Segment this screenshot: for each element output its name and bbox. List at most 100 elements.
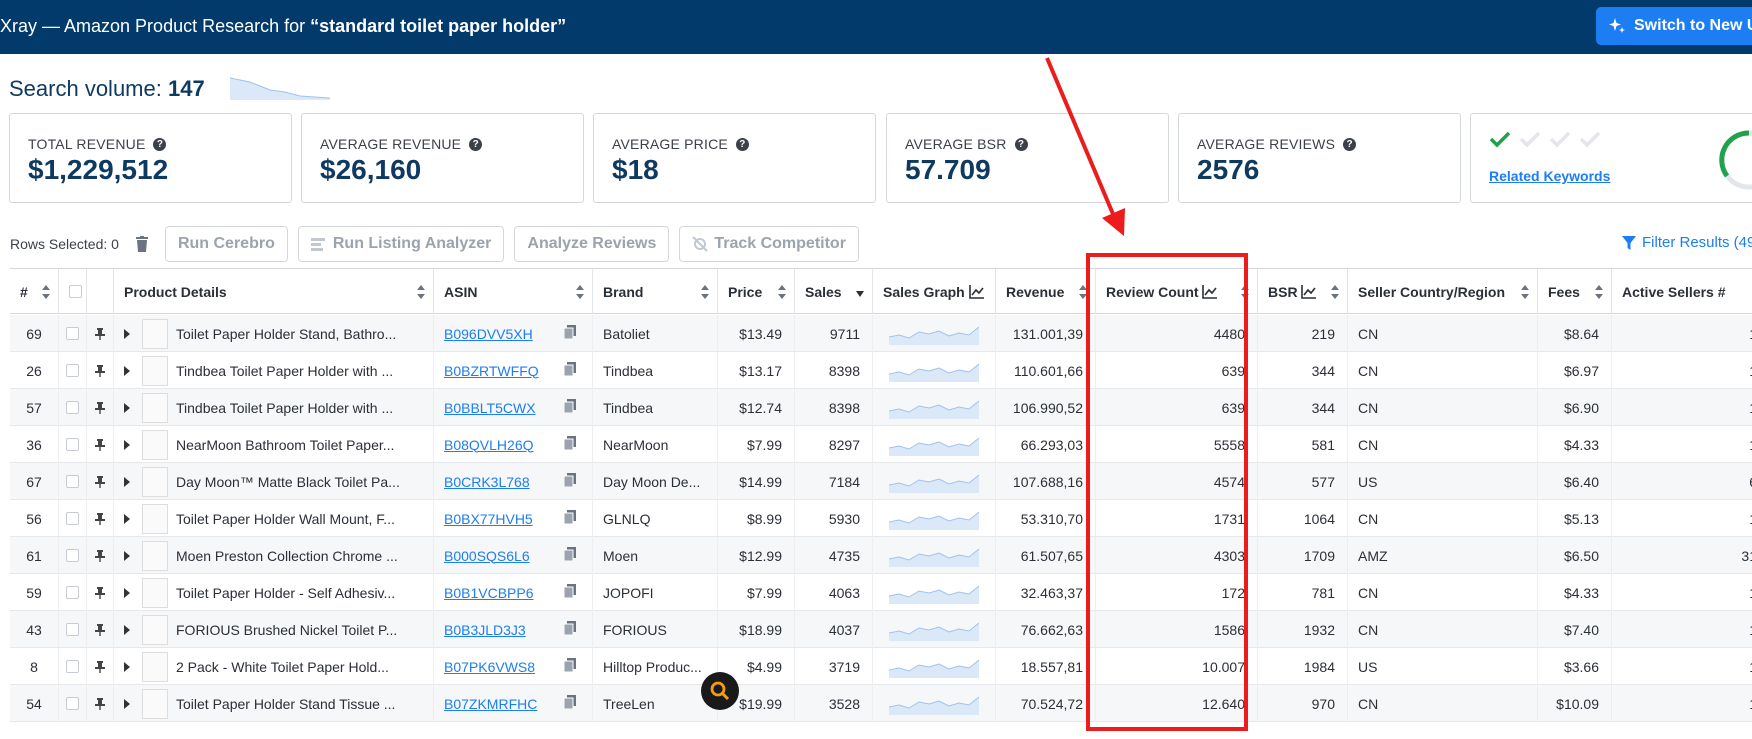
table-row[interactable]: 26 Tindbea Toilet Paper Holder with ... B0…: [10, 352, 1752, 389]
column-review-count[interactable]: Review Count: [1096, 269, 1258, 314]
asin-link[interactable]: B0B3JLD3J3: [444, 622, 564, 638]
expand-row-icon[interactable]: [124, 328, 130, 339]
row-checkbox[interactable]: [66, 327, 79, 340]
table-row[interactable]: 56 Toilet Paper Holder Wall Mount, F... B0…: [10, 500, 1752, 537]
pin-icon[interactable]: [95, 697, 105, 710]
column-revenue[interactable]: Revenue: [996, 269, 1096, 314]
copy-icon[interactable]: [563, 621, 576, 638]
column-sales[interactable]: Sales: [795, 269, 873, 314]
asin-link[interactable]: B000SQS6L6: [444, 548, 564, 564]
asin-link[interactable]: B0B1VCBPP6: [444, 585, 564, 601]
product-title[interactable]: Day Moon™ Matte Black Toilet Pa...: [176, 474, 400, 490]
product-title[interactable]: Toilet Paper Holder Stand, Bathro...: [176, 326, 396, 342]
table-row[interactable]: 8 2 Pack - White Toilet Paper Hold... B07P…: [10, 648, 1752, 685]
pin-icon[interactable]: [95, 549, 105, 562]
run-listing-analyzer-button[interactable]: Run Listing Analyzer: [297, 226, 505, 262]
table-row[interactable]: 43 FORIOUS Brushed Nickel Toilet P... B0B3…: [10, 611, 1752, 648]
product-thumbnail[interactable]: [142, 318, 168, 349]
analyze-reviews-button[interactable]: Analyze Reviews: [514, 226, 670, 262]
product-title[interactable]: Moen Preston Collection Chrome ...: [176, 548, 398, 564]
product-thumbnail[interactable]: [142, 688, 168, 719]
row-checkbox[interactable]: [66, 697, 79, 710]
help-icon[interactable]: ?: [1343, 137, 1357, 151]
pin-icon[interactable]: [95, 512, 105, 525]
filter-results-button[interactable]: Filter Results (49: [1622, 234, 1752, 251]
product-title[interactable]: Tindbea Toilet Paper Holder with ...: [176, 363, 393, 379]
copy-icon[interactable]: [563, 362, 576, 379]
column-price[interactable]: Price: [718, 269, 795, 314]
help-icon[interactable]: ?: [735, 137, 749, 151]
expand-row-icon[interactable]: [124, 587, 130, 598]
copy-icon[interactable]: [563, 658, 576, 675]
select-all-checkbox[interactable]: [69, 285, 82, 298]
product-thumbnail[interactable]: [142, 392, 168, 423]
asin-link[interactable]: B0BBLT5CWX: [444, 400, 564, 416]
column-select-all[interactable]: [59, 269, 87, 314]
column-sales-graph[interactable]: Sales Graph: [873, 269, 996, 314]
column-seller-country[interactable]: Seller Country/Region: [1348, 269, 1538, 314]
expand-row-icon[interactable]: [124, 698, 130, 709]
track-competitor-button[interactable]: Track Competitor: [679, 226, 859, 262]
pin-icon[interactable]: [95, 623, 105, 636]
pin-icon[interactable]: [95, 475, 105, 488]
row-checkbox[interactable]: [66, 401, 79, 414]
related-keywords-link[interactable]: Related Keywords: [1489, 168, 1610, 184]
asin-link[interactable]: B0BZRTWFFQ: [444, 363, 564, 379]
help-icon[interactable]: ?: [469, 137, 483, 151]
column-fees[interactable]: Fees: [1538, 269, 1612, 314]
copy-icon[interactable]: [563, 584, 576, 601]
pin-icon[interactable]: [95, 401, 105, 414]
table-row[interactable]: 54 Toilet Paper Holder Stand Tissue ... B0…: [10, 685, 1752, 722]
asin-link[interactable]: B07ZKMRFHC: [444, 696, 564, 712]
product-title[interactable]: Toilet Paper Holder - Self Adhesiv...: [176, 585, 395, 601]
asin-link[interactable]: B096DVV5XH: [444, 326, 564, 342]
expand-row-icon[interactable]: [124, 513, 130, 524]
column-bsr[interactable]: BSR: [1258, 269, 1348, 314]
column-product-details[interactable]: Product Details: [114, 269, 434, 314]
expand-row-icon[interactable]: [124, 476, 130, 487]
product-thumbnail[interactable]: [142, 651, 168, 682]
table-row[interactable]: 69 Toilet Paper Holder Stand, Bathro... B0…: [10, 315, 1752, 352]
row-checkbox[interactable]: [66, 438, 79, 451]
help-icon[interactable]: ?: [153, 137, 167, 151]
column-brand[interactable]: Brand: [593, 269, 718, 314]
table-row[interactable]: 61 Moen Preston Collection Chrome ... B000…: [10, 537, 1752, 574]
product-thumbnail[interactable]: [142, 540, 168, 571]
product-title[interactable]: NearMoon Bathroom Toilet Paper...: [176, 437, 394, 453]
product-thumbnail[interactable]: [142, 614, 168, 645]
trash-icon[interactable]: [135, 236, 149, 252]
pin-icon[interactable]: [95, 438, 105, 451]
product-title[interactable]: FORIOUS Brushed Nickel Toilet P...: [176, 622, 397, 638]
row-checkbox[interactable]: [66, 364, 79, 377]
asin-link[interactable]: B0BX77HVH5: [444, 511, 564, 527]
product-title[interactable]: Tindbea Toilet Paper Holder with ...: [176, 400, 393, 416]
copy-icon[interactable]: [563, 547, 576, 564]
expand-row-icon[interactable]: [124, 550, 130, 561]
expand-row-icon[interactable]: [124, 365, 130, 376]
expand-row-icon[interactable]: [124, 439, 130, 450]
row-checkbox[interactable]: [66, 475, 79, 488]
copy-icon[interactable]: [563, 325, 576, 342]
pin-icon[interactable]: [95, 586, 105, 599]
run-cerebro-button[interactable]: Run Cerebro: [164, 226, 288, 262]
asin-link[interactable]: B0CRK3L768: [444, 474, 564, 490]
asin-link[interactable]: B07PK6VWS8: [444, 659, 564, 675]
product-title[interactable]: Toilet Paper Holder Wall Mount, F...: [176, 511, 395, 527]
column-active-sellers[interactable]: Active Sellers #: [1612, 269, 1752, 314]
pin-icon[interactable]: [95, 364, 105, 377]
row-checkbox[interactable]: [66, 660, 79, 673]
copy-icon[interactable]: [563, 436, 576, 453]
copy-icon[interactable]: [563, 695, 576, 712]
table-row[interactable]: 67 Day Moon™ Matte Black Toilet Pa... B0CR…: [10, 463, 1752, 500]
search-lens-button[interactable]: [701, 672, 739, 710]
product-thumbnail[interactable]: [142, 429, 168, 460]
expand-row-icon[interactable]: [124, 624, 130, 635]
product-thumbnail[interactable]: [142, 503, 168, 534]
product-thumbnail[interactable]: [142, 577, 168, 608]
switch-to-new-ui-button[interactable]: Switch to New U: [1596, 7, 1752, 45]
product-title[interactable]: Toilet Paper Holder Stand Tissue ...: [176, 696, 395, 712]
row-checkbox[interactable]: [66, 549, 79, 562]
help-icon[interactable]: ?: [1014, 137, 1028, 151]
table-row[interactable]: 57 Tindbea Toilet Paper Holder with ... B0…: [10, 389, 1752, 426]
pin-icon[interactable]: [95, 660, 105, 673]
